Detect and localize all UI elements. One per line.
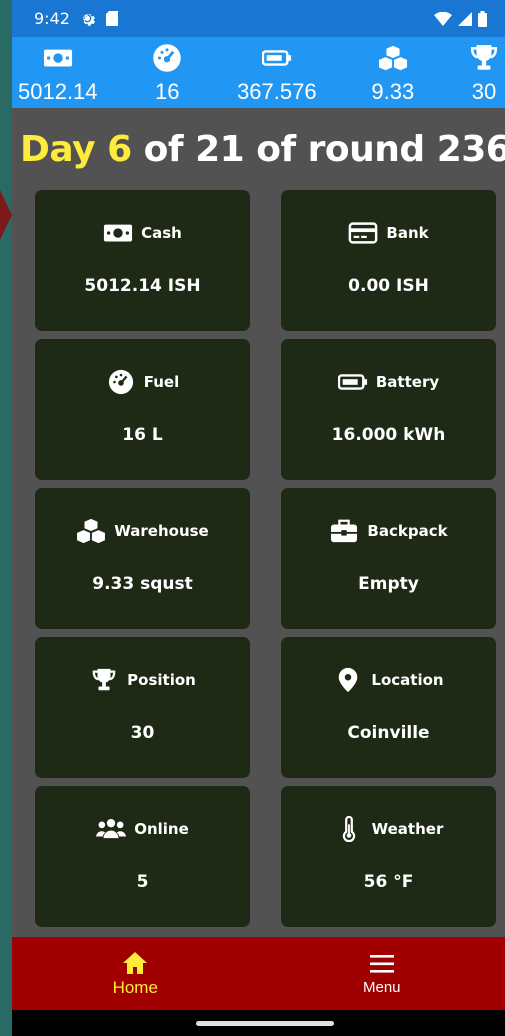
stat-battery-value: 367.576 <box>237 79 317 104</box>
stat-position: 30 <box>469 37 499 108</box>
card-fuel[interactable]: Fuel 16 L <box>35 339 250 480</box>
trophy-icon <box>92 668 116 691</box>
stat-position-value: 30 <box>471 79 497 104</box>
round-info: of 21 of round 236 <box>131 128 505 170</box>
credit-card-icon <box>349 222 378 244</box>
app-screen: 9:42 5012.14 16 367.576 9.33 30 Day 6 of… <box>12 0 505 1036</box>
stat-warehouse-value: 9.33 <box>371 79 415 104</box>
battery-full-icon <box>478 10 487 27</box>
cash-icon <box>104 224 133 242</box>
status-bar: 9:42 <box>12 0 505 37</box>
briefcase-icon <box>331 519 358 543</box>
nav-home-label: Home <box>112 977 158 997</box>
nav-menu[interactable]: Menu <box>259 937 505 1010</box>
card-value: 5012.14 ISH <box>84 276 201 296</box>
system-gesture-bar <box>12 1010 505 1036</box>
card-label: Location <box>371 671 444 689</box>
card-label: Battery <box>375 373 440 391</box>
stats-bar: 5012.14 16 367.576 9.33 30 <box>12 37 505 108</box>
card-label: Online <box>134 820 189 838</box>
card-value: 16 L <box>122 425 163 445</box>
nav-home[interactable]: Home <box>12 937 259 1010</box>
stat-battery: 367.576 <box>237 37 317 108</box>
card-warehouse[interactable]: Warehouse 9.33 squst <box>35 488 250 629</box>
card-value: Empty <box>358 574 419 594</box>
card-position[interactable]: Position 30 <box>35 637 250 778</box>
card-online[interactable]: Online 5 <box>35 786 250 927</box>
stat-cash-value: 5012.14 <box>18 79 98 104</box>
card-cash[interactable]: Cash 5012.14 ISH <box>35 190 250 331</box>
status-time: 9:42 <box>34 9 70 28</box>
card-label: Backpack <box>367 522 448 540</box>
fuel-gauge-icon <box>153 44 182 72</box>
thermometer-icon <box>342 816 355 842</box>
card-label: Position <box>127 671 196 689</box>
card-label: Warehouse <box>114 522 209 540</box>
card-bank[interactable]: Bank 0.00 ISH <box>281 190 496 331</box>
gear-icon <box>83 13 95 26</box>
day-round-title: Day 6 of 21 of round 236 <box>12 108 505 190</box>
card-battery[interactable]: Battery 16.000 kWh <box>281 339 496 480</box>
trophy-icon <box>470 45 498 70</box>
sim-card-icon <box>105 11 118 26</box>
card-label: Fuel <box>143 373 180 391</box>
stat-fuel: 16 <box>152 37 182 108</box>
info-cards-grid: Cash 5012.14 ISH Bank 0.00 ISH Fuel 16 L… <box>12 190 505 927</box>
stat-cash: 5012.14 <box>18 37 98 108</box>
card-location[interactable]: Location Coinville <box>281 637 496 778</box>
stat-fuel-value: 16 <box>155 79 180 104</box>
card-value: 9.33 squst <box>92 574 193 594</box>
stat-warehouse: 9.33 <box>371 37 414 108</box>
card-value: 0.00 ISH <box>348 276 429 296</box>
card-backpack[interactable]: Backpack Empty <box>281 488 496 629</box>
fuel-gauge-icon <box>108 369 133 395</box>
warehouse-boxes-icon <box>77 518 106 544</box>
card-value: 56 °F <box>363 872 414 892</box>
users-icon <box>96 819 127 839</box>
card-label: Bank <box>386 224 429 242</box>
card-value: 30 <box>130 723 155 743</box>
card-value: 5 <box>136 872 149 892</box>
location-pin-icon <box>339 667 358 693</box>
bottom-navigation: Home Menu <box>12 937 505 1010</box>
home-icon <box>123 951 148 974</box>
card-weather[interactable]: Weather 56 °F <box>281 786 496 927</box>
hamburger-menu-icon <box>369 955 394 973</box>
battery-icon <box>337 374 367 390</box>
card-label: Weather <box>371 820 444 838</box>
day-number: Day 6 <box>20 128 132 170</box>
background-arrow <box>0 190 12 240</box>
nav-menu-label: Menu <box>362 979 401 996</box>
card-value: 16.000 kWh <box>331 425 446 445</box>
card-value: Coinville <box>347 723 430 743</box>
card-label: Cash <box>141 224 182 242</box>
cash-icon <box>43 49 72 67</box>
wifi-icon <box>434 11 452 26</box>
battery-icon <box>261 50 291 66</box>
signal-icon <box>458 11 472 26</box>
warehouse-boxes-icon <box>378 45 407 71</box>
home-indicator[interactable] <box>196 1021 334 1026</box>
